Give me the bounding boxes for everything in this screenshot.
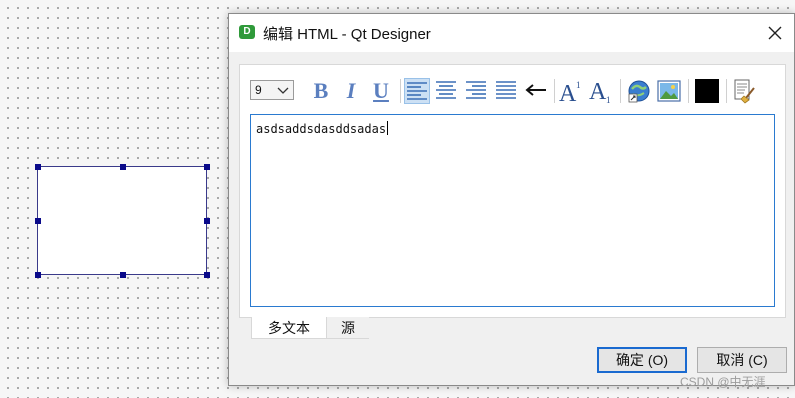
edit-html-dialog: D 编辑 HTML - Qt Designer 9 B I U A 1 A 1 … <box>228 13 795 386</box>
align-center-icon <box>436 81 456 99</box>
subscript-icon: A 1 <box>589 79 611 104</box>
text-direction-icon <box>525 84 546 96</box>
resize-handle-bottom[interactable] <box>120 272 126 278</box>
insert-image-button[interactable] <box>656 78 682 104</box>
close-icon <box>768 26 782 40</box>
cancel-button[interactable]: 取消 (C) <box>697 347 787 373</box>
text-direction-button[interactable] <box>524 78 550 104</box>
close-button[interactable] <box>764 22 786 44</box>
tab-rich-text[interactable]: 多文本 <box>251 317 327 339</box>
image-icon <box>657 80 681 102</box>
toolbar-separator <box>620 79 621 103</box>
simplify-html-icon <box>734 79 755 104</box>
resize-handle-top[interactable] <box>120 164 126 170</box>
resize-handle-top-right[interactable] <box>204 164 210 170</box>
rich-text-editor-panel: 9 B I U A 1 A 1 asdsaddsdasddsadas <box>239 64 786 318</box>
tab-source[interactable]: 源 <box>327 317 369 339</box>
link-icon <box>628 80 650 103</box>
subscript-button[interactable]: A 1 <box>588 78 614 104</box>
resize-handle-bottom-left[interactable] <box>35 272 41 278</box>
align-left-button[interactable] <box>404 78 430 104</box>
title-bar: D 编辑 HTML - Qt Designer <box>229 14 794 52</box>
toolbar-separator <box>554 79 555 103</box>
resize-handle-bottom-right[interactable] <box>204 272 210 278</box>
align-right-icon <box>466 81 486 99</box>
svg-text:1: 1 <box>606 95 611 104</box>
superscript-icon: A 1 <box>559 80 581 104</box>
editor-content: asdsaddsdasddsadas <box>256 122 387 136</box>
align-right-button[interactable] <box>464 78 490 104</box>
window-title: 编辑 HTML - Qt Designer <box>263 26 431 43</box>
form-widget[interactable] <box>35 164 210 278</box>
resize-handle-left[interactable] <box>35 218 41 224</box>
toolbar-separator <box>726 79 727 103</box>
svg-text:A: A <box>589 79 607 104</box>
chevron-down-icon <box>277 84 289 98</box>
resize-handle-right[interactable] <box>204 218 210 224</box>
qt-designer-app-icon: D <box>239 25 255 39</box>
align-left-icon <box>407 82 427 100</box>
toolbar-separator <box>400 79 401 103</box>
rich-text-editor[interactable]: asdsaddsdasddsadas <box>250 114 775 307</box>
toolbar-separator <box>688 79 689 103</box>
bold-button[interactable]: B <box>308 78 334 104</box>
simplify-html-button[interactable] <box>732 78 758 104</box>
align-justify-button[interactable] <box>494 78 520 104</box>
text-caret <box>387 121 389 135</box>
svg-text:1: 1 <box>576 80 581 90</box>
watermark: CSDN @中无涯 <box>680 375 766 389</box>
text-color-icon <box>695 79 719 103</box>
font-size-select[interactable]: 9 <box>250 80 294 100</box>
italic-button[interactable]: I <box>338 78 364 104</box>
svg-text:A: A <box>559 81 577 104</box>
insert-link-button[interactable] <box>626 78 652 104</box>
superscript-button[interactable]: A 1 <box>558 78 584 104</box>
font-size-value: 9 <box>255 83 262 97</box>
text-color-button[interactable] <box>694 78 720 104</box>
align-center-button[interactable] <box>434 78 460 104</box>
resize-handle-top-left[interactable] <box>35 164 41 170</box>
underline-button[interactable]: U <box>368 78 394 104</box>
ok-button[interactable]: 确定 (O) <box>597 347 687 373</box>
align-justify-icon <box>496 81 516 99</box>
